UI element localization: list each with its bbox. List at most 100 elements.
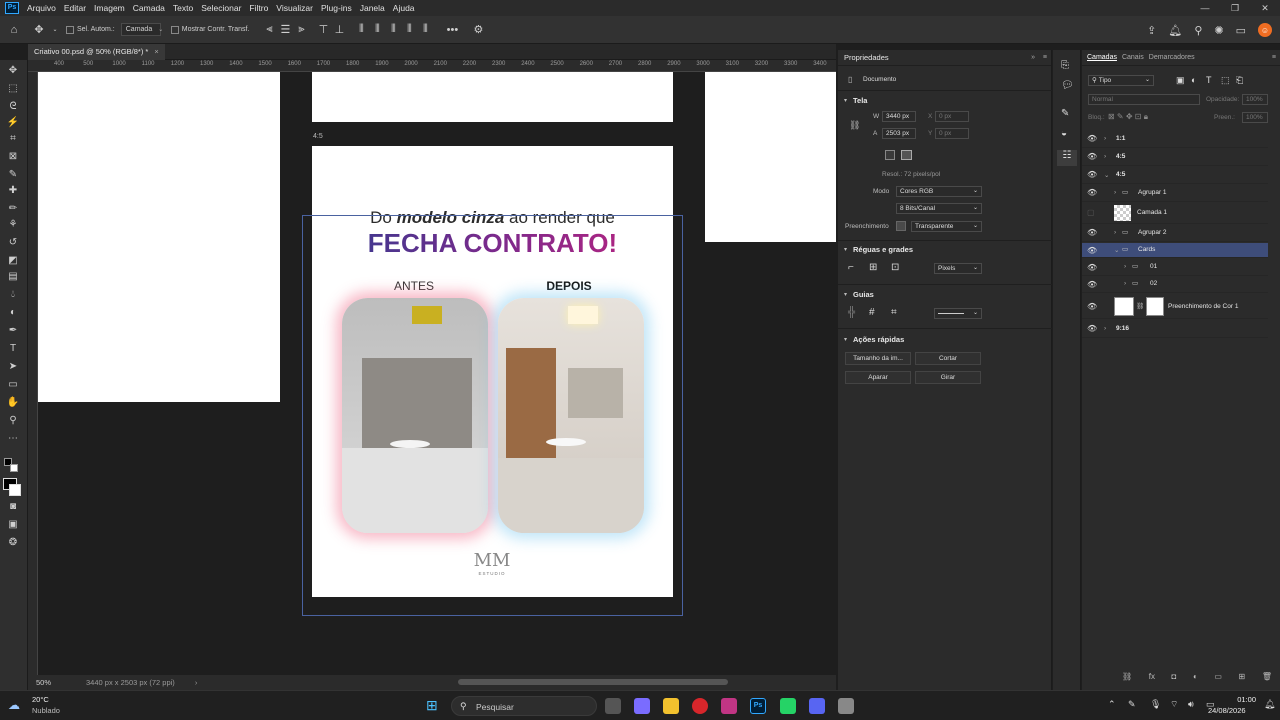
eye-icon[interactable]: 👁︎ <box>1087 170 1097 179</box>
document-tab[interactable]: Criativo 00.psd @ 50% (RGB/8*) * × <box>28 44 165 60</box>
trash-icon[interactable]: 🗑︎ <box>1262 672 1272 684</box>
volume-icon[interactable]: 🔊︎ <box>1188 699 1194 710</box>
fill-field[interactable]: 100% <box>1242 112 1268 123</box>
filter-adjust-icon[interactable]: ◐ <box>1191 75 1196 85</box>
height-field[interactable]: 2503 px <box>882 128 916 139</box>
properties-icon[interactable]: ☷ <box>1057 150 1077 166</box>
clock-time[interactable]: 01:00 <box>1226 695 1256 704</box>
pen-menu-icon[interactable]: ✎ <box>1128 699 1136 710</box>
screen-mode-icon[interactable]: ▣ <box>5 518 21 532</box>
x-field[interactable]: 0 px <box>935 111 969 122</box>
canvas-area[interactable]: 4:5 Do modelo cinza ao render que FECHA … <box>38 72 836 675</box>
eye-icon[interactable]: 👁︎ <box>1087 134 1097 143</box>
new-adjustment-icon[interactable]: ◐ <box>1193 672 1198 684</box>
eye-icon[interactable]: 👁︎ <box>1087 263 1097 272</box>
move-tool-icon[interactable]: ✥ <box>5 64 21 78</box>
horizontal-scrollbar[interactable] <box>458 679 728 685</box>
dodge-icon[interactable]: ◐ <box>5 306 21 320</box>
menu-editar[interactable]: Editar <box>60 3 90 13</box>
new-layer-icon[interactable]: ⊞ <box>1239 672 1246 684</box>
zoom-tool-icon[interactable]: ⚲ <box>5 414 21 428</box>
windows-start-icon[interactable]: ⊞ <box>426 697 438 714</box>
selection-bounding-box[interactable] <box>302 215 683 616</box>
blur-icon[interactable]: 💧︎ <box>5 288 21 302</box>
guide-style-dropdown[interactable]: ⌄ <box>934 308 982 319</box>
comments-icon[interactable]: 💬︎ <box>1061 80 1074 91</box>
layer-row-group[interactable]: 👁︎ › ▭ 02 <box>1082 276 1268 293</box>
blend-mode-dropdown[interactable]: Normal <box>1088 94 1200 105</box>
bits-dropdown[interactable]: 8 Bits/Canal ⌄ <box>896 203 982 214</box>
filter-image-icon[interactable]: ▣ <box>1176 75 1185 86</box>
close-icon[interactable]: ✕ <box>1250 0 1280 16</box>
photoshop-taskbar-icon[interactable]: Ps <box>750 698 766 714</box>
grid-icon[interactable]: ⊞ <box>869 262 877 273</box>
menu-filtro[interactable]: Filtro <box>245 3 272 13</box>
path-select-icon[interactable]: ➤ <box>5 360 21 374</box>
history-brush-icon[interactable]: ↺ <box>5 236 21 250</box>
tab-channels[interactable]: Canais <box>1122 54 1144 61</box>
align-right-icon[interactable]: ⫸ <box>293 23 309 36</box>
crop-button[interactable]: Cortar <box>915 352 981 365</box>
type-tool-icon[interactable]: T <box>5 342 21 356</box>
menu-selecionar[interactable]: Selecionar <box>197 3 245 13</box>
zoom-level[interactable]: 50% <box>36 678 76 687</box>
layer-row-group-selected[interactable]: 👁︎ ⌄ ▭ Cards <box>1082 243 1268 258</box>
file-explorer-icon[interactable] <box>663 698 679 714</box>
new-guide-icon[interactable]: # <box>869 307 875 318</box>
distribute-top-icon[interactable]: ⦀ <box>401 23 417 36</box>
opera-icon[interactable] <box>692 698 708 714</box>
filter-shape-icon[interactable]: ⬚ <box>1221 75 1230 86</box>
distribute-right-icon[interactable]: ⦀ <box>385 23 401 36</box>
clock-date[interactable]: 24/08/2026 <box>1208 706 1246 715</box>
pixel-grid-icon[interactable]: ⊡ <box>891 262 899 273</box>
collapse-triangle-icon[interactable]: ▾ <box>844 246 847 253</box>
history-icon[interactable]: ⎘ <box>1061 60 1069 71</box>
menu-imagem[interactable]: Imagem <box>90 3 129 13</box>
menu-texto[interactable]: Texto <box>169 3 197 13</box>
tab-paths[interactable]: Demarcadores <box>1149 54 1195 61</box>
fill-swatch[interactable] <box>896 221 906 231</box>
align-left-icon[interactable]: ⫷ <box>261 23 277 36</box>
filter-type-icon[interactable]: T <box>1206 75 1212 85</box>
add-mask-icon[interactable]: ◘ <box>1172 672 1177 684</box>
eye-icon[interactable]: 👁︎ <box>1087 324 1097 333</box>
task-view-icon[interactable] <box>605 698 621 714</box>
align-center-h-icon[interactable]: ☰ <box>277 23 293 36</box>
brush-tool-icon[interactable]: ✏ <box>5 202 21 216</box>
chevron-up-icon[interactable]: ⌃ <box>1108 699 1116 710</box>
opacity-field[interactable]: 100% <box>1242 94 1268 105</box>
rectangle-tool-icon[interactable]: ▭ <box>5 378 21 392</box>
menu-ajuda[interactable]: Ajuda <box>389 3 419 13</box>
tab-close-icon[interactable]: × <box>154 47 158 56</box>
units-dropdown[interactable]: Pixels ⌄ <box>934 263 982 274</box>
chevron-right-icon[interactable]: › <box>1124 280 1126 287</box>
layer-row-artboard[interactable]: 👁︎ › 1:1 <box>1082 130 1268 148</box>
document-info[interactable]: 3440 px x 2503 px (72 ppi) <box>86 678 175 687</box>
microphone-icon[interactable]: 🎙︎ <box>1150 699 1161 710</box>
weather-temp[interactable]: 20°C <box>32 695 49 704</box>
mode-dropdown[interactable]: Cores RGB ⌄ <box>896 186 982 197</box>
collapse-triangle-icon[interactable]: ▾ <box>844 336 847 343</box>
eye-icon[interactable]: 👁︎ <box>1087 246 1097 255</box>
crop-tool-icon[interactable]: ⌗ <box>5 132 21 146</box>
panel-menu-icon[interactable]: ≡ <box>1272 54 1276 61</box>
chevron-right-icon[interactable]: › <box>1114 229 1116 236</box>
bell-icon[interactable]: 🔔︎ <box>1168 24 1182 37</box>
eyedropper-icon[interactable]: ✎ <box>5 168 21 182</box>
eye-icon[interactable]: 👁︎ <box>1087 188 1097 197</box>
chevron-right-icon[interactable]: › <box>1124 263 1126 270</box>
menu-arquivo[interactable]: Arquivo <box>23 3 60 13</box>
status-expand-icon[interactable]: › <box>195 678 198 687</box>
move-tool-icon[interactable]: ✥ <box>28 23 50 36</box>
layer-row-artboard[interactable]: 👁︎ ⌄ 4:5 <box>1082 166 1268 184</box>
background-swatch[interactable] <box>9 484 21 496</box>
lock-pixels-icon[interactable]: ⊠ ✎ ✥ ⊡ 🔒︎ <box>1108 112 1148 122</box>
menu-plugins[interactable]: Plug-ins <box>317 3 356 13</box>
eye-icon[interactable]: 👁︎ <box>1087 302 1097 311</box>
quick-mask-icon[interactable]: ◙ <box>5 500 21 514</box>
eye-icon[interactable]: 👁︎ <box>1087 152 1097 161</box>
distribute-bottom-icon[interactable]: ⦀ <box>417 23 433 36</box>
layer-row-group[interactable]: 👁︎ › ▭ 01 <box>1082 259 1268 276</box>
guide-icon[interactable]: ╬ <box>848 307 855 318</box>
artboard-1-1[interactable] <box>38 72 280 402</box>
